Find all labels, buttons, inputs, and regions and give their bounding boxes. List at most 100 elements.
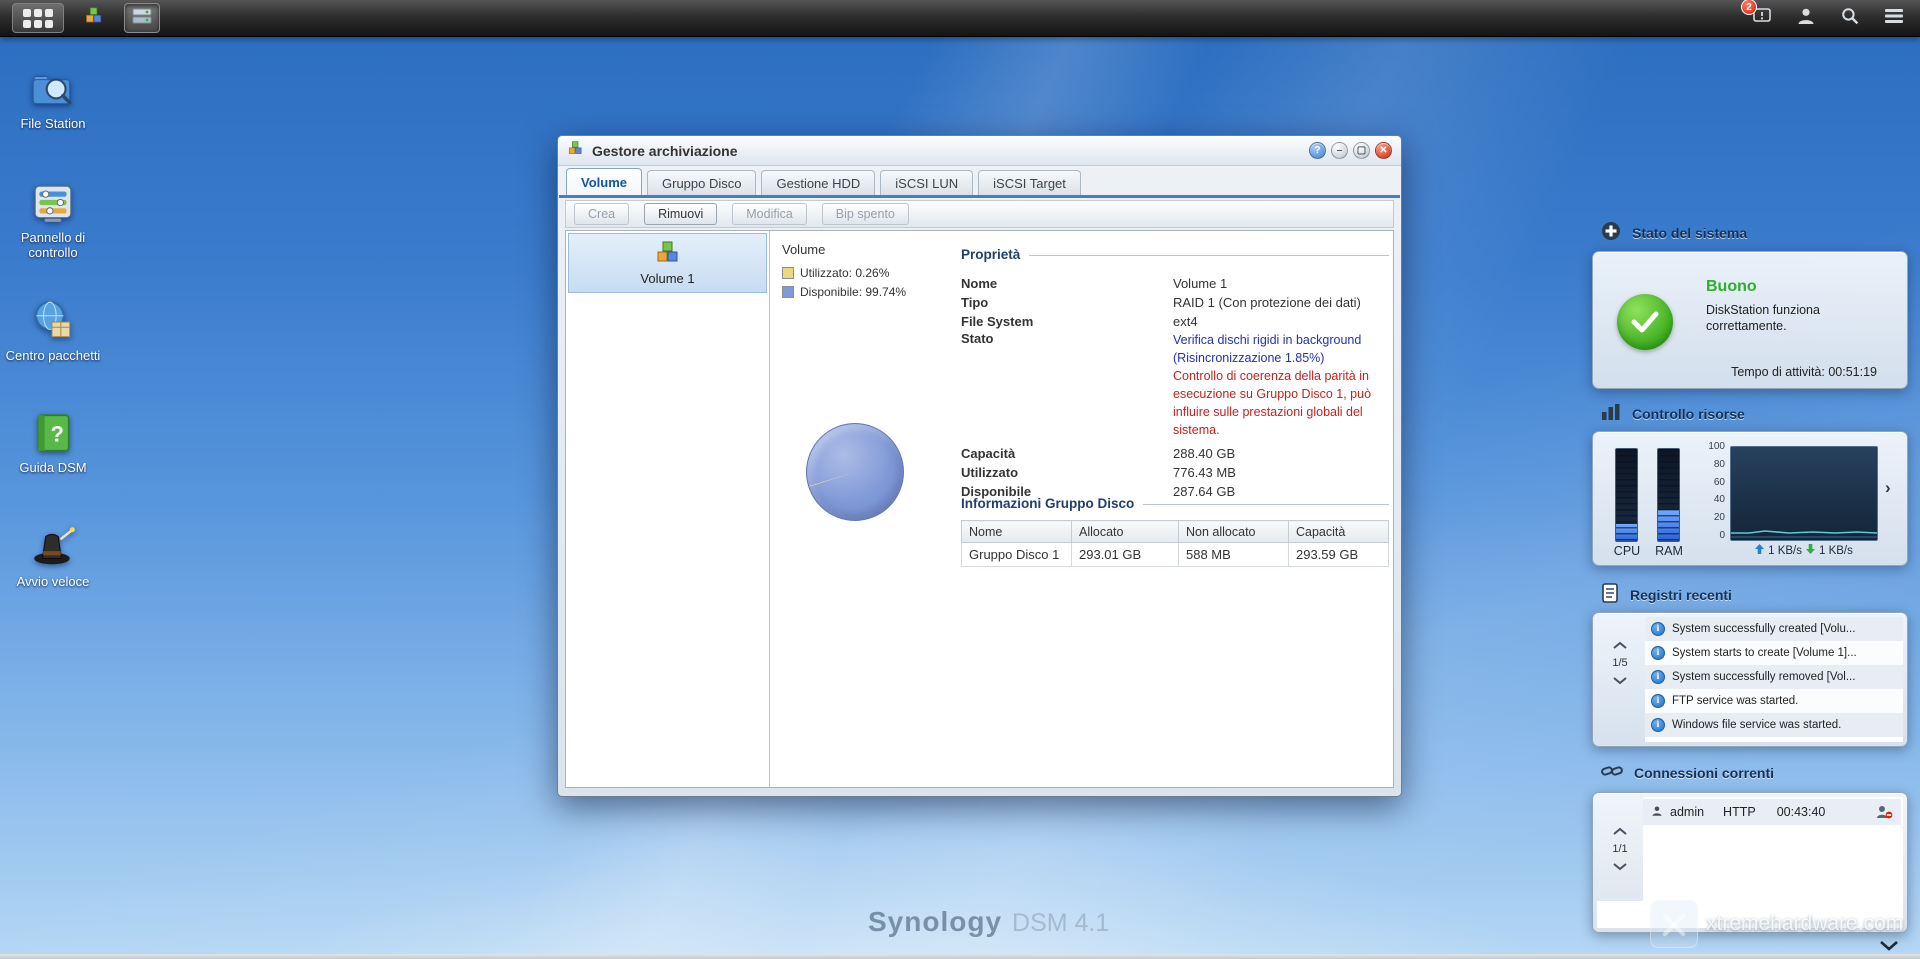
notifications-button[interactable]: 2	[1748, 4, 1776, 32]
tab-iscsi-target[interactable]: iSCSI Target	[978, 170, 1081, 195]
system-status-panel: Buono DiskStation funziona correttamente…	[1592, 251, 1908, 389]
info-icon: i	[1651, 694, 1665, 708]
prop-label: Capacità	[961, 446, 1173, 461]
system-uptime: Tempo di attività: 00:51:19	[1731, 365, 1877, 379]
bottom-strip	[0, 954, 1920, 959]
volume-cubes-icon	[655, 241, 681, 268]
legend-used: Utilizzato: 0.26%	[782, 266, 962, 280]
remove-button[interactable]: Rimuovi	[644, 203, 717, 225]
resource-next-page-button[interactable]: ›	[1885, 478, 1891, 498]
tab-volume[interactable]: Volume	[566, 168, 642, 195]
col-header-allocated[interactable]: Allocato	[1072, 521, 1179, 543]
volume-list: Volume 1	[566, 231, 770, 787]
table-row[interactable]: Gruppo Disco 1 293.01 GB 588 MB 293.59 G…	[962, 543, 1389, 567]
connections-page-down-button[interactable]	[1612, 862, 1628, 871]
volume-list-item-label: Volume 1	[640, 271, 694, 286]
cpu-label: CPU	[1607, 544, 1647, 558]
status-warning-text: Controllo di coerenza della parità in es…	[1173, 369, 1371, 437]
log-row[interactable]: iSystem successfully created [Volu...	[1645, 617, 1903, 641]
desktop-icon-package-center[interactable]: Centro pacchetti	[2, 298, 104, 363]
legend-available-label: Disponibile: 99.74%	[800, 285, 906, 299]
log-row[interactable]: iFTP service was started.	[1645, 689, 1903, 713]
desktop-icon-control-panel[interactable]: Pannello di controllo	[2, 180, 104, 260]
taskbar-app-button-1[interactable]	[76, 3, 112, 33]
svg-text:?: ?	[50, 421, 63, 446]
connection-user-icon	[1651, 805, 1663, 820]
dsm-help-icon: ?	[30, 410, 76, 456]
connection-row[interactable]: admin HTTP 00:43:40	[1643, 799, 1901, 825]
connections-page-up-button[interactable]	[1612, 827, 1628, 836]
pilot-view-button[interactable]	[1880, 4, 1908, 32]
logs-pager: 1/5	[1603, 641, 1637, 685]
status-ok-icon	[1617, 294, 1673, 350]
connection-protocol: HTTP	[1723, 805, 1756, 819]
tab-iscsi-lun[interactable]: iSCSI LUN	[880, 170, 973, 195]
connections-icon	[1601, 763, 1623, 782]
kick-connection-button[interactable]	[1876, 805, 1893, 819]
file-station-icon	[30, 66, 76, 112]
col-header-capacity[interactable]: Capacità	[1289, 521, 1389, 543]
log-row[interactable]: iWindows file service was started.	[1645, 713, 1903, 737]
user-menu-button[interactable]	[1792, 4, 1820, 32]
window-maximize-button[interactable]: ▢	[1353, 142, 1370, 159]
prop-label: Nome	[961, 276, 1173, 291]
col-header-unallocated[interactable]: Non allocato	[1179, 521, 1289, 543]
log-row[interactable]: iSystem starts to create [Volume 1]...	[1645, 641, 1903, 665]
search-icon	[1840, 6, 1860, 31]
storage-manager-icon	[132, 8, 152, 29]
divider	[1143, 504, 1389, 505]
status-text: Verifica dischi rigidi in background (Ri…	[1173, 331, 1389, 439]
col-header-name[interactable]: Nome	[962, 521, 1072, 543]
dsm-watermark: Synology DSM 4.1	[868, 906, 1109, 938]
prop-value: 776.43 MB	[1173, 465, 1389, 480]
desktop-icon-dsm-help[interactable]: ? Guida DSM	[2, 410, 104, 475]
system-status-title-text: Stato del sistema	[1632, 225, 1747, 241]
window-buttons: ? – ▢ ✕	[1309, 142, 1392, 159]
system-status-icon	[1601, 221, 1621, 244]
legend-available-swatch	[782, 286, 794, 298]
search-button[interactable]	[1836, 4, 1864, 32]
quick-start-icon	[30, 524, 76, 570]
package-center-icon	[30, 298, 76, 344]
window-title: Gestore archiviazione	[592, 143, 738, 159]
log-row[interactable]: iSystem successfully removed [Vol...	[1645, 665, 1903, 689]
taskbar-right: 2	[1748, 4, 1908, 32]
prop-value: 288.40 GB	[1173, 446, 1389, 461]
prop-row-status: Stato Verifica dischi rigidi in backgrou…	[961, 331, 1389, 439]
create-button[interactable]: Crea	[574, 203, 629, 225]
window-close-button[interactable]: ✕	[1375, 142, 1392, 159]
divider	[1029, 255, 1389, 256]
status-info-text: Verifica dischi rigidi in background (Ri…	[1173, 333, 1361, 365]
recent-logs-panel: 1/5 iSystem successfully created [Volu..…	[1592, 612, 1908, 747]
tab-disk-group[interactable]: Gruppo Disco	[647, 170, 756, 195]
logs-page-up-button[interactable]	[1612, 641, 1628, 650]
beep-off-button[interactable]: Bip spento	[822, 203, 909, 225]
download-arrow-icon	[1806, 544, 1815, 557]
info-icon: i	[1651, 646, 1665, 660]
desktop-icon-label: Centro pacchetti	[2, 348, 104, 363]
desktop-icon-file-station[interactable]: File Station	[2, 66, 104, 131]
resource-monitor-icon	[1601, 403, 1621, 424]
dsm-version-text: DSM 4.1	[1012, 909, 1109, 938]
tab-hdd-management[interactable]: Gestione HDD	[761, 170, 875, 195]
cell-allocated: 293.01 GB	[1072, 543, 1179, 567]
tab-accent-line	[559, 195, 1400, 198]
logs-page-down-button[interactable]	[1612, 676, 1628, 685]
window-minimize-button[interactable]: –	[1331, 142, 1348, 159]
storage-manager-window: Gestore archiviazione ? – ▢ ✕ Volume Gru…	[557, 135, 1402, 797]
window-toolbar: Crea Rimuovi Modifica Bip spento	[565, 200, 1394, 228]
desktop-icon-quick-start[interactable]: Avvio veloce	[2, 524, 104, 589]
disk-group-header: Informazioni Gruppo Disco	[961, 493, 1389, 513]
pilot-view-icon	[1884, 8, 1904, 29]
window-help-button[interactable]: ?	[1309, 142, 1326, 159]
cell-capacity: 293.59 GB	[1289, 543, 1389, 567]
info-icon: i	[1651, 622, 1665, 636]
ram-gauge	[1657, 448, 1680, 542]
volume-list-item[interactable]: Volume 1	[568, 233, 767, 293]
main-menu-button[interactable]	[12, 3, 64, 33]
window-titlebar[interactable]: Gestore archiviazione ? – ▢ ✕	[558, 136, 1401, 166]
disk-group-section: Informazioni Gruppo Disco Nome Allocato …	[961, 493, 1389, 567]
modify-button[interactable]: Modifica	[732, 203, 807, 225]
taskbar-app-storage-manager-button[interactable]	[124, 3, 160, 33]
prop-value: Volume 1	[1173, 276, 1389, 291]
